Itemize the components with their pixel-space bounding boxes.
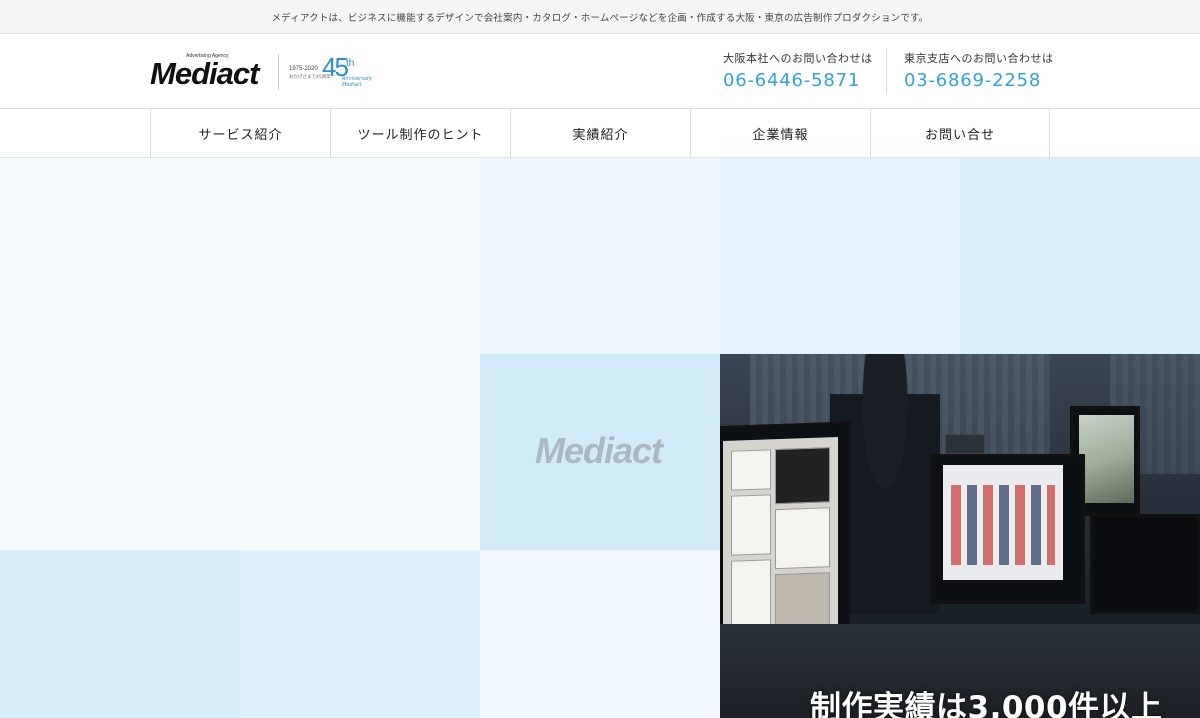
photo-monitor <box>1090 514 1200 614</box>
hero-tile <box>240 550 480 718</box>
contact-osaka-label: 大阪本社へのお問い合わせは <box>723 52 873 65</box>
hero-office-photo[interactable]: 制作実績は3,000件以上 <box>720 354 1200 718</box>
site-logo[interactable]: Advertising Agency Mediact 1975-2020 おかげ… <box>150 52 390 94</box>
nav-item-tool-hints[interactable]: ツール制作のヒント <box>330 109 510 158</box>
contact-tokyo-label: 東京支店へのお問い合わせは <box>904 52 1054 65</box>
hero-tile <box>0 158 480 550</box>
logo-wordmark: Mediact <box>150 56 259 91</box>
anniversary-years: 1975-2020 <box>289 66 318 72</box>
logo-divider <box>278 54 279 90</box>
contact-divider <box>886 48 887 94</box>
nav-item-works[interactable]: 実績紹介 <box>510 109 690 158</box>
main-nav: サービス紹介 ツール制作のヒント 実績紹介 企業情報 お問い合せ <box>0 109 1200 158</box>
nav-item-services[interactable]: サービス紹介 <box>150 109 330 158</box>
nav-item-contact[interactable]: お問い合せ <box>870 109 1050 158</box>
photo-monitor <box>930 454 1085 604</box>
hero-tile <box>480 158 720 354</box>
top-announcement-text: メディアクトは、ビジネスに機能するデザインで会社案内・カタログ・ホームページなど… <box>271 12 929 24</box>
anniversary-suffix: th <box>346 58 355 69</box>
hero-mosaic: Mediact 制作実績は3,000件以上 <box>0 158 1200 718</box>
main-nav-list: サービス紹介 ツール制作のヒント 実績紹介 企業情報 お問い合せ <box>150 109 1050 158</box>
site-header: Advertising Agency Mediact 1975-2020 おかげ… <box>0 34 1200 109</box>
hero-tile <box>480 550 720 718</box>
contact-tokyo-phone[interactable]: 03-6869-2258 <box>904 70 1054 91</box>
hero-logo-watermark: Mediact <box>535 430 663 471</box>
contact-osaka: 大阪本社へのお問い合わせは 06-6446-5871 <box>723 50 873 91</box>
contact-osaka-phone[interactable]: 06-6446-5871 <box>723 70 873 91</box>
photo-monitor-layout <box>720 421 850 657</box>
contact-tokyo: 東京支店へのお問い合わせは 03-6869-2258 <box>904 50 1054 91</box>
photo-monitor <box>945 434 985 454</box>
hero-tile <box>960 158 1200 354</box>
top-announcement-bar: メディアクトは、ビジネスに機能するデザインで会社案内・カタログ・ホームページなど… <box>0 0 1200 34</box>
hero-tile <box>0 550 240 718</box>
hero-tile <box>720 158 960 354</box>
hero-photo-caption: 制作実績は3,000件以上 <box>810 690 1163 718</box>
nav-item-company[interactable]: 企業情報 <box>690 109 870 158</box>
anniversary-word: Anniversary Mediact <box>342 76 372 88</box>
